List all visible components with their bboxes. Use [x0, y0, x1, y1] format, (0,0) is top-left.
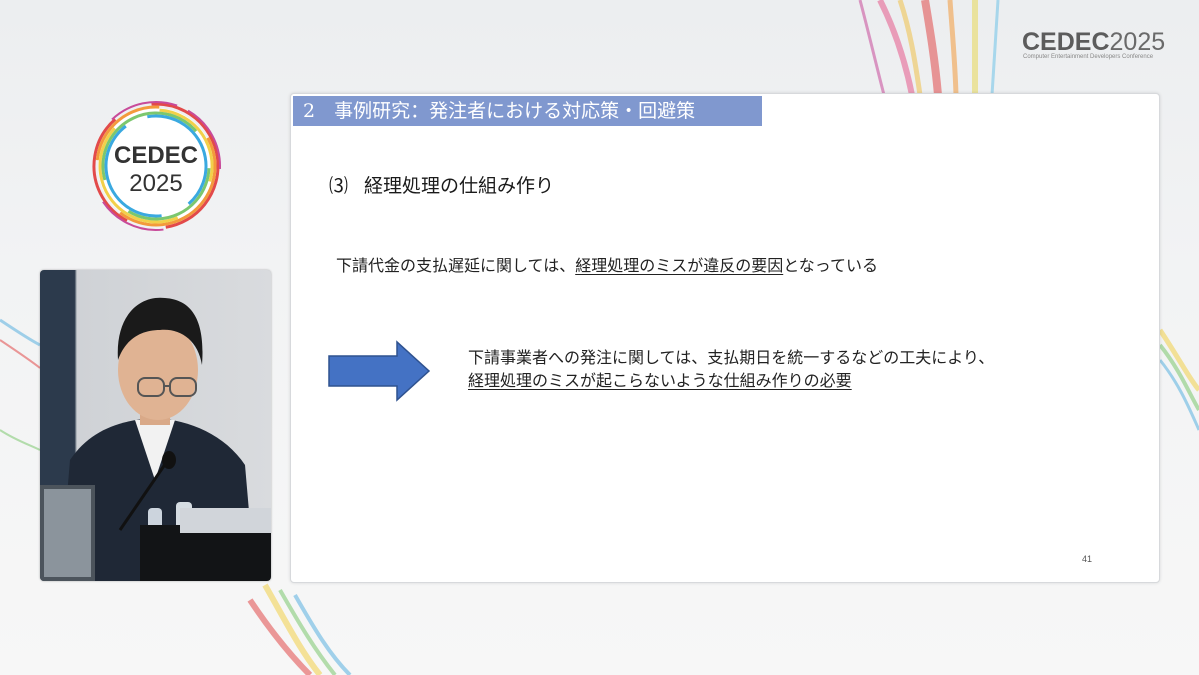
logo-top-main-text: CEDEC [1022, 28, 1110, 56]
body-line-unify-due-date: 下請事業者への発注に関しては、支払期日を統一するなどの工夫により、 [468, 348, 995, 367]
cedec-logo-top: CEDEC2025 Computer Entertainment Develop… [1022, 28, 1172, 68]
speaker-photo [40, 270, 271, 581]
section-heading: ⑶ 経理処理の仕組み作り [329, 171, 554, 198]
ring-logo-wordmark: CEDEC [113, 142, 198, 169]
ring-logo-year: 2025 [129, 170, 183, 197]
section-title: 経理処理の仕組み作り [364, 175, 555, 197]
body-line-payment-delay: 下請代金の支払遅延に関しては、経理処理のミスが違反の要因となっている [336, 252, 878, 276]
logo-top-year: 2025 [1109, 28, 1166, 56]
section-number: ⑶ [329, 175, 349, 197]
right-arrow-icon [328, 340, 431, 402]
slide-page-number: 41 [1082, 554, 1093, 564]
presentation-slide: 2 事例研究：発注者における対応策・回避策 ⑶ 経理処理の仕組み作り 下請代金の支… [290, 93, 1160, 583]
logo-top-subtitle: Computer Entertainment Developers Confer… [1023, 54, 1154, 60]
line1-prefix: 下請代金の支払遅延に関しては、 [336, 256, 576, 275]
line3-emphasis: 経理処理のミスが起こらないような仕組み作りの必要 [468, 371, 852, 390]
speaker-video-feed [40, 270, 271, 581]
line1-suffix: となっている [783, 256, 878, 275]
body-line-mechanism-needed: 経理処理のミスが起こらないような仕組み作りの必要 [468, 367, 852, 391]
line1-emphasis: 経理処理のミスが違反の要因 [575, 256, 784, 275]
cedec-ring-logo: CEDEC 2025 [88, 98, 224, 234]
logo-top-wordmark: CEDEC2025 [1022, 28, 1165, 57]
slide-header-banner: 2 事例研究：発注者における対応策・回避策 [293, 96, 762, 126]
